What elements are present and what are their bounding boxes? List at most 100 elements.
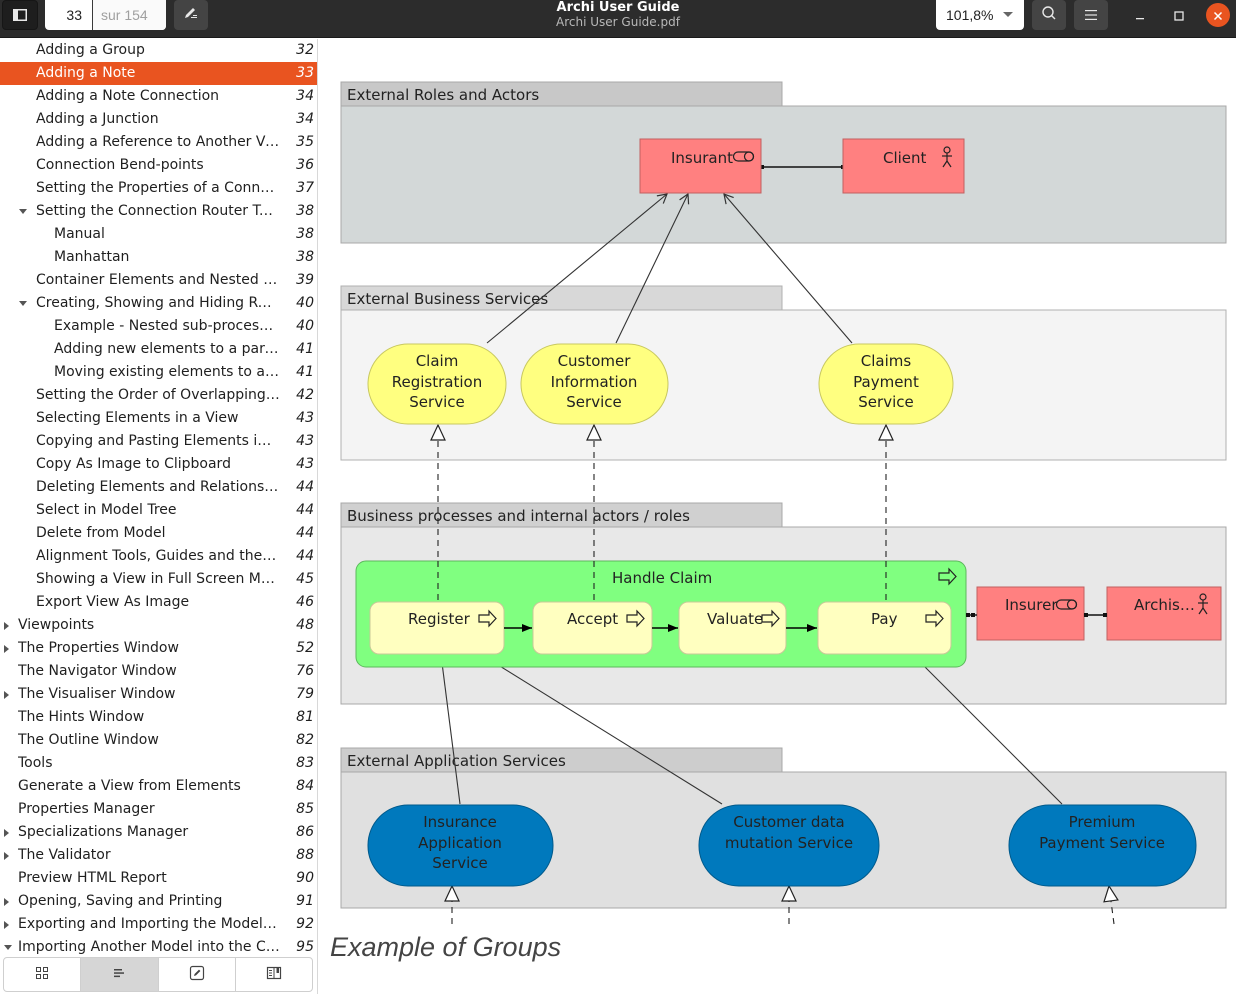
toc-item[interactable]: Deleting Elements and Relationshi… 44 [0, 476, 317, 499]
current-page-input[interactable]: 33 [45, 0, 93, 30]
toc-item[interactable]: Properties Manager 85 [0, 798, 317, 821]
element-insurer[interactable]: Insurer [976, 586, 1085, 641]
minimize-button[interactable] [1128, 3, 1152, 27]
toc-item-label: Container Elements and Nested El… [36, 272, 280, 288]
element-pay[interactable]: Pay [817, 601, 952, 655]
expander-open-icon[interactable] [4, 945, 12, 950]
expander-closed-icon[interactable] [4, 645, 9, 653]
toc-item[interactable]: Manual 38 [0, 223, 317, 246]
expander-open-icon[interactable] [19, 301, 27, 306]
toc-item[interactable]: Tools 83 [0, 752, 317, 775]
element-label-line: Claims [861, 352, 912, 370]
toc-item-page: 44 [296, 479, 314, 495]
toc-item[interactable]: Alignment Tools, Guides and the Grid 44 [0, 545, 317, 568]
sidebar-toggle-button[interactable] [2, 0, 38, 30]
toc-item[interactable]: The Navigator Window 76 [0, 660, 317, 683]
toc-item-page: 38 [296, 203, 314, 219]
element-register[interactable]: Register [369, 601, 505, 655]
toc-item[interactable]: Specializations Manager 86 [0, 821, 317, 844]
toc-item[interactable]: Example - Nested sub-processe… 40 [0, 315, 317, 338]
main-menu-button[interactable] [1074, 0, 1108, 30]
element-claims-payment-service[interactable]: Claims Payment Service [818, 343, 954, 425]
toc-item[interactable]: Adding a Group 32 [0, 39, 317, 62]
tab-annotations[interactable] [159, 958, 236, 991]
page-number-entry[interactable]: 33 sur 154 [45, 0, 166, 30]
toc-item[interactable]: Export View As Image 46 [0, 591, 317, 614]
element-label-line: Service [409, 393, 464, 411]
toc-item[interactable]: Preview HTML Report 90 [0, 867, 317, 890]
toc-item[interactable]: Adding new elements to a pare… 41 [0, 338, 317, 361]
element-accept[interactable]: Accept [532, 601, 653, 655]
toc-item[interactable]: Setting the Connection Router Typ… 38 [0, 200, 317, 223]
toc-item[interactable]: The Visualiser Window 79 [0, 683, 317, 706]
expander-closed-icon[interactable] [4, 622, 9, 630]
toc-item[interactable]: Adding a Junction 34 [0, 108, 317, 131]
toc-item-label: Alignment Tools, Guides and the Grid [36, 548, 280, 564]
document-viewer-window: 33 sur 154 Archi User Guide Archi User G… [0, 0, 1236, 994]
toc-item-page: 35 [296, 134, 314, 150]
tab-outline[interactable] [81, 958, 159, 991]
toc-item[interactable]: The Validator 88 [0, 844, 317, 867]
toc-item[interactable]: Connection Bend-points 36 [0, 154, 317, 177]
expander-closed-icon[interactable] [4, 829, 9, 837]
toc-item[interactable]: Creating, Showing and Hiding Relat… 40 [0, 292, 317, 315]
toc-item[interactable]: Opening, Saving and Printing 91 [0, 890, 317, 913]
expander-closed-icon[interactable] [4, 898, 9, 906]
toc-item[interactable]: Copying and Pasting Elements in a … 43 [0, 430, 317, 453]
zoom-level-dropdown[interactable]: 101,8% [936, 0, 1024, 30]
expander-closed-icon[interactable] [4, 921, 9, 929]
toc-item-page: 39 [296, 272, 314, 288]
tab-bookmarks[interactable] [236, 958, 312, 991]
toc-item-label: Adding a Group [36, 42, 145, 58]
toc-item[interactable]: The Properties Window 52 [0, 637, 317, 660]
toc-item[interactable]: Adding a Note Connection 34 [0, 85, 317, 108]
toc-item-page: 34 [296, 111, 314, 127]
toc-item[interactable]: Importing Another Model into the Cu… 95 [0, 936, 317, 954]
toc-item-page: 76 [296, 663, 314, 679]
element-client[interactable]: Client [842, 138, 965, 194]
toc-item[interactable]: Showing a View in Full Screen Mode 45 [0, 568, 317, 591]
expander-closed-icon[interactable] [4, 852, 9, 860]
toc-item-label: Example - Nested sub-processe… [54, 318, 280, 334]
toc-item[interactable]: Selecting Elements in a View 43 [0, 407, 317, 430]
element-label-line: Payment [853, 373, 919, 391]
element-customer-data-mutation-service[interactable]: Customer data mutation Service [698, 804, 880, 887]
toc-item-label: Adding a Junction [36, 111, 159, 127]
element-insurance-application-service[interactable]: Insurance Application Service [367, 804, 554, 887]
toc-item[interactable]: The Outline Window 82 [0, 729, 317, 752]
toc-item[interactable]: Delete from Model 44 [0, 522, 317, 545]
toc-item[interactable]: Adding a Note 33 [0, 62, 317, 85]
maximize-button[interactable] [1167, 3, 1191, 27]
tab-thumbnails[interactable] [4, 958, 82, 991]
toc-item[interactable]: Manhattan 38 [0, 246, 317, 269]
toc-item[interactable]: Moving existing elements to a p… 41 [0, 361, 317, 384]
toc-item[interactable]: Exporting and Importing the Model i… 92 [0, 913, 317, 936]
annotate-button[interactable] [174, 0, 208, 30]
expander-closed-icon[interactable] [4, 691, 9, 699]
element-insurant[interactable]: Insurant [639, 138, 762, 194]
toc-item[interactable]: Adding a Reference to Another View 35 [0, 131, 317, 154]
close-window-button[interactable] [1206, 3, 1230, 27]
toc-item-page: 46 [296, 594, 314, 610]
window-title: Archi User Guide Archi User Guide.pdf [418, 0, 818, 29]
element-label: Archis… [1134, 596, 1195, 614]
element-valuate[interactable]: Valuate [678, 601, 787, 655]
toc-item[interactable]: Viewpoints 48 [0, 614, 317, 637]
toc-item[interactable]: The Hints Window 81 [0, 706, 317, 729]
search-button[interactable] [1032, 0, 1066, 30]
toc-item[interactable]: Setting the Order of Overlapping E… 42 [0, 384, 317, 407]
toc-item[interactable]: Generate a View from Elements 84 [0, 775, 317, 798]
toc-item[interactable]: Select in Model Tree 44 [0, 499, 317, 522]
element-label: Valuate [707, 610, 763, 628]
toc-item[interactable]: Setting the Properties of a Connec… 37 [0, 177, 317, 200]
toc-item[interactable]: Copy As Image to Clipboard 43 [0, 453, 317, 476]
expander-open-icon[interactable] [19, 209, 27, 214]
element-premium-payment-service[interactable]: Premium Payment Service [1008, 804, 1197, 887]
toc-item[interactable]: Container Elements and Nested El… 39 [0, 269, 317, 292]
element-label: Pay [871, 610, 898, 628]
toc-item-page: 40 [296, 295, 314, 311]
toc-item-page: 37 [296, 180, 314, 196]
element-customer-information-service[interactable]: Customer Information Service [520, 343, 669, 425]
element-archisurance[interactable]: Archis… [1106, 586, 1222, 641]
element-claim-registration-service[interactable]: Claim Registration Service [367, 343, 507, 425]
